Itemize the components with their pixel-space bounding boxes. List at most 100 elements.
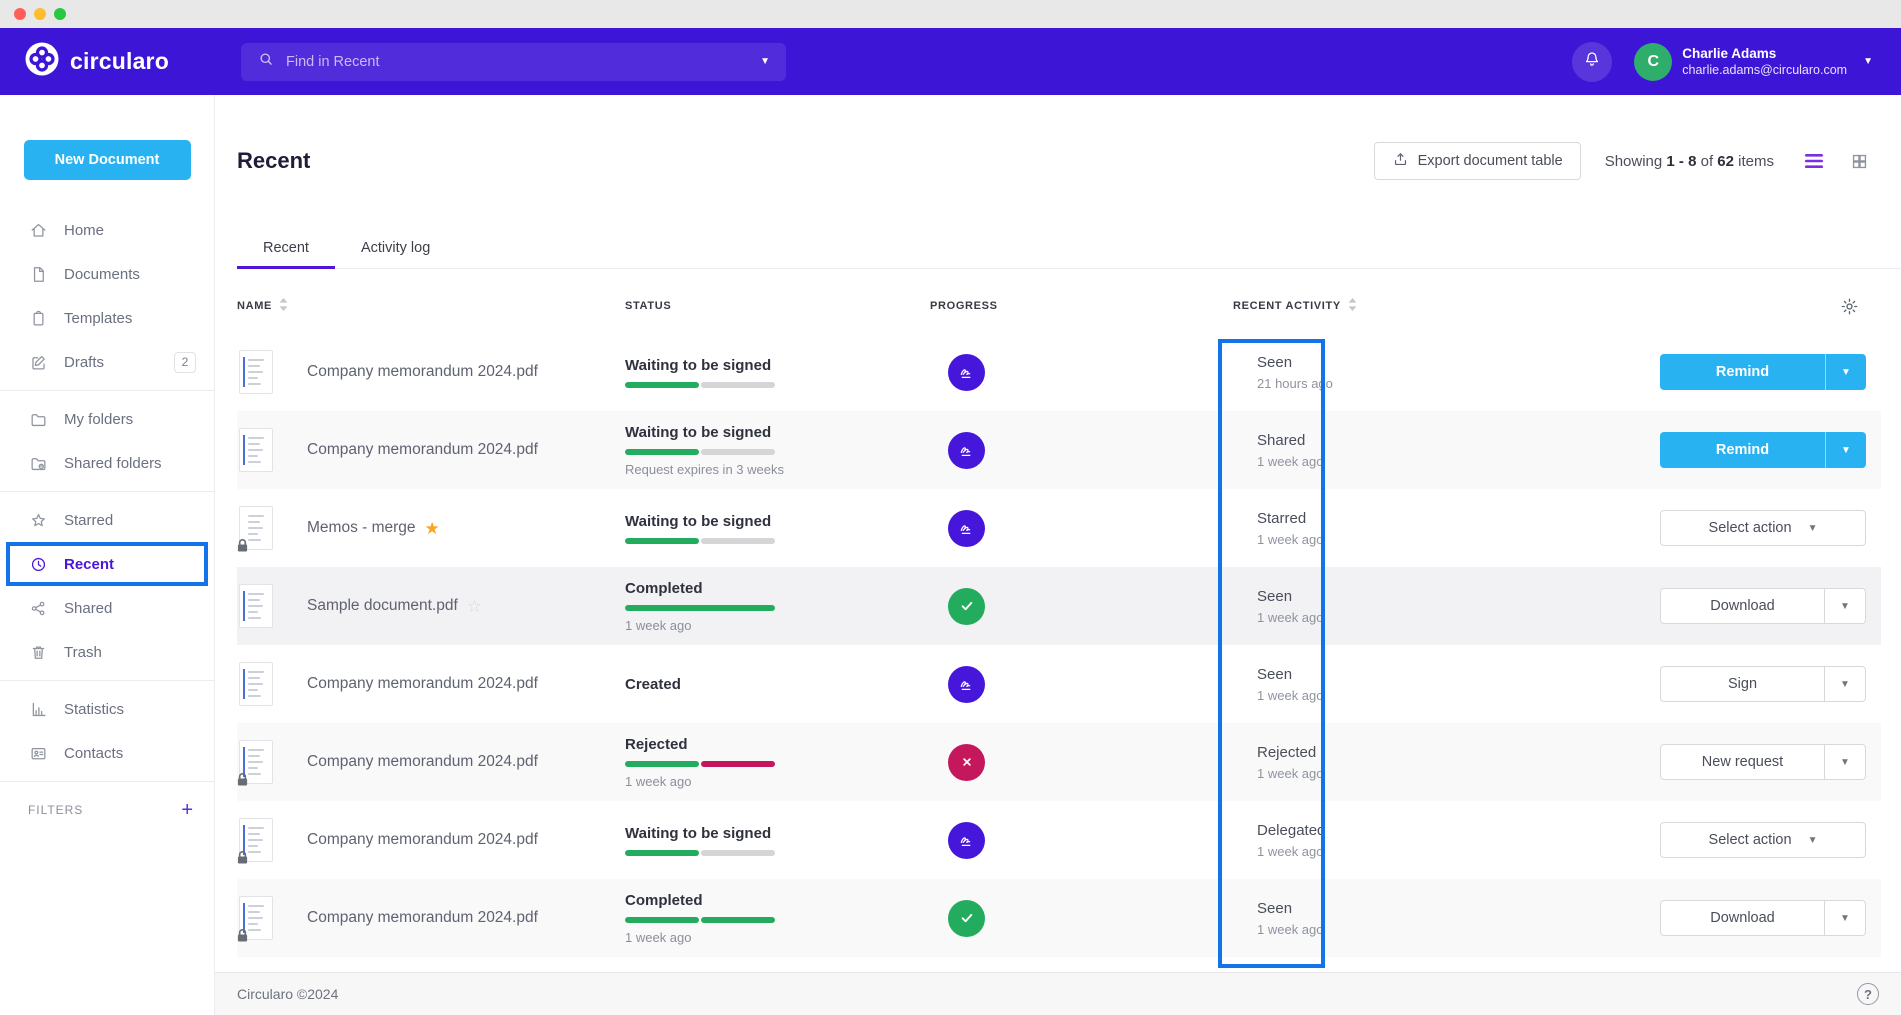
sidebar-item-label: Drafts [64,354,104,371]
sidebar-item-label: Starred [64,512,113,529]
page-title: Recent [237,148,310,174]
window-zoom-button[interactable] [54,8,66,20]
window-titlebar [0,0,1901,28]
grid-view-icon[interactable] [1850,152,1869,171]
notifications-button[interactable] [1572,42,1612,82]
folder-icon [28,409,48,429]
sidebar-item-recent[interactable]: Recent [6,542,208,586]
table-row[interactable]: Company memorandum 2024.pdf Waiting to b… [237,333,1881,411]
status-subtext: 1 week ago [625,930,930,945]
column-header-status: STATUS [625,300,930,312]
window-close-button[interactable] [14,8,26,20]
sidebar-divider [0,781,214,782]
search-scope-caret-icon[interactable]: ▼ [760,56,770,67]
add-filter-button[interactable]: + [181,800,194,820]
sort-icon[interactable] [1348,298,1357,314]
table-row[interactable]: Company memorandum 2024.pdf Waiting to b… [237,411,1881,489]
tab-recent[interactable]: Recent [237,228,335,268]
search-input[interactable] [286,54,760,70]
activity-event: Rejected [1257,744,1560,761]
window-minimize-button[interactable] [34,8,46,20]
starred-icon[interactable]: ★ [425,520,440,537]
table-row[interactable]: Company memorandum 2024.pdf Rejected1 we… [237,723,1881,801]
sidebar-item-contacts[interactable]: Contacts [0,731,214,775]
list-view-icon[interactable] [1804,152,1824,170]
column-header-name[interactable]: NAME [237,298,625,314]
action-button-label[interactable]: Sign [1661,667,1825,701]
table-settings-gear-icon[interactable] [1840,297,1881,316]
sidebar-item-templates[interactable]: Templates [0,296,214,340]
new-request-button[interactable]: New request ▼ [1660,744,1866,780]
sidebar-item-home[interactable]: Home [0,208,214,252]
document-thumbnail [237,584,307,628]
table-row[interactable]: Company memorandum 2024.pdf Waiting to b… [237,801,1881,879]
signature-status-icon [948,432,985,469]
select-action-button[interactable]: Select action ▼ [1660,822,1866,858]
action-dropdown-caret-icon[interactable]: ▼ [1826,354,1866,390]
action-dropdown-caret-icon[interactable]: ▼ [1825,745,1865,779]
action-dropdown-caret-icon[interactable]: ▼ [1808,835,1818,846]
document-name[interactable]: Company memorandum 2024.pdf [307,753,538,771]
sidebar-item-drafts[interactable]: Drafts 2 [0,340,214,384]
select-action-button[interactable]: Select action ▼ [1660,510,1866,546]
share-icon [28,598,48,618]
action-dropdown-caret-icon[interactable]: ▼ [1826,432,1866,468]
remind-button[interactable]: Remind ▼ [1660,432,1866,468]
sidebar-item-shared[interactable]: Shared [0,586,214,630]
tab-activity-log[interactable]: Activity log [335,228,456,268]
action-dropdown-caret-icon[interactable]: ▼ [1808,523,1818,534]
export-document-table-button[interactable]: Export document table [1374,142,1581,180]
progress-bar [625,761,775,767]
document-name[interactable]: Company memorandum 2024.pdf [307,831,538,849]
status-subtext: 1 week ago [625,618,930,633]
remind-button[interactable]: Remind ▼ [1660,354,1866,390]
action-button-label[interactable]: Select action [1709,832,1792,848]
search-bar[interactable]: ▼ [241,43,786,81]
action-button-label[interactable]: Download [1661,589,1825,623]
table-row[interactable]: Company memorandum 2024.pdf Created Seen… [237,645,1881,723]
cross-status-icon [948,744,985,781]
action-dropdown-caret-icon[interactable]: ▼ [1825,667,1865,701]
sidebar-item-documents[interactable]: Documents [0,252,214,296]
activity-event: Delegated [1257,822,1560,839]
sort-icon[interactable] [279,298,288,314]
sidebar-item-trash[interactable]: Trash [0,630,214,674]
table-row[interactable]: Sample document.pdf ☆ Completed1 week ago… [237,567,1881,645]
new-document-button[interactable]: New Document [24,140,191,180]
download-button[interactable]: Download ▼ [1660,900,1866,936]
document-thumbnail [237,428,307,472]
activity-time: 1 week ago [1257,532,1560,547]
action-dropdown-caret-icon[interactable]: ▼ [1825,901,1865,935]
main-content: Recent Export document table Showing 1 -… [215,95,1901,1015]
action-button-label[interactable]: Remind [1660,354,1826,390]
document-name[interactable]: Company memorandum 2024.pdf [307,675,538,693]
table-row[interactable]: Memos - merge★ Waiting to be signed Star… [237,489,1881,567]
action-button-label[interactable]: Select action [1709,520,1792,536]
document-name[interactable]: Sample document.pdf [307,597,458,615]
download-button[interactable]: Download ▼ [1660,588,1866,624]
sign-button[interactable]: Sign ▼ [1660,666,1866,702]
table-row[interactable]: Company memorandum 2024.pdf Completed1 w… [237,879,1881,957]
action-button-label[interactable]: Download [1661,901,1825,935]
action-dropdown-caret-icon[interactable]: ▼ [1825,589,1865,623]
column-header-recent-activity[interactable]: RECENT ACTIVITY [1233,298,1560,314]
sidebar-item-shared-folders[interactable]: Shared folders [0,441,214,485]
sidebar-divider [0,390,214,391]
sidebar-item-label: Templates [64,310,132,327]
document-name[interactable]: Memos - merge [307,519,416,537]
help-button[interactable]: ? [1857,983,1879,1005]
sidebar-item-statistics[interactable]: Statistics [0,687,214,731]
user-menu[interactable]: C Charlie Adams charlie.adams@circularo.… [1634,43,1873,81]
status-cell: Completed1 week ago [625,580,930,633]
document-name[interactable]: Company memorandum 2024.pdf [307,909,538,927]
document-name[interactable]: Company memorandum 2024.pdf [307,363,538,381]
star-outline-icon[interactable]: ☆ [467,598,482,615]
document-name[interactable]: Company memorandum 2024.pdf [307,441,538,459]
action-button-label[interactable]: Remind [1660,432,1826,468]
lock-icon [234,771,251,788]
sidebar-item-starred[interactable]: Starred [0,498,214,542]
app-logo[interactable]: circularo [0,41,215,82]
action-button-label[interactable]: New request [1661,745,1825,779]
sidebar-item-my-folders[interactable]: My folders [0,397,214,441]
recent-activity-cell: Seen 1 week ago [1233,900,1560,937]
